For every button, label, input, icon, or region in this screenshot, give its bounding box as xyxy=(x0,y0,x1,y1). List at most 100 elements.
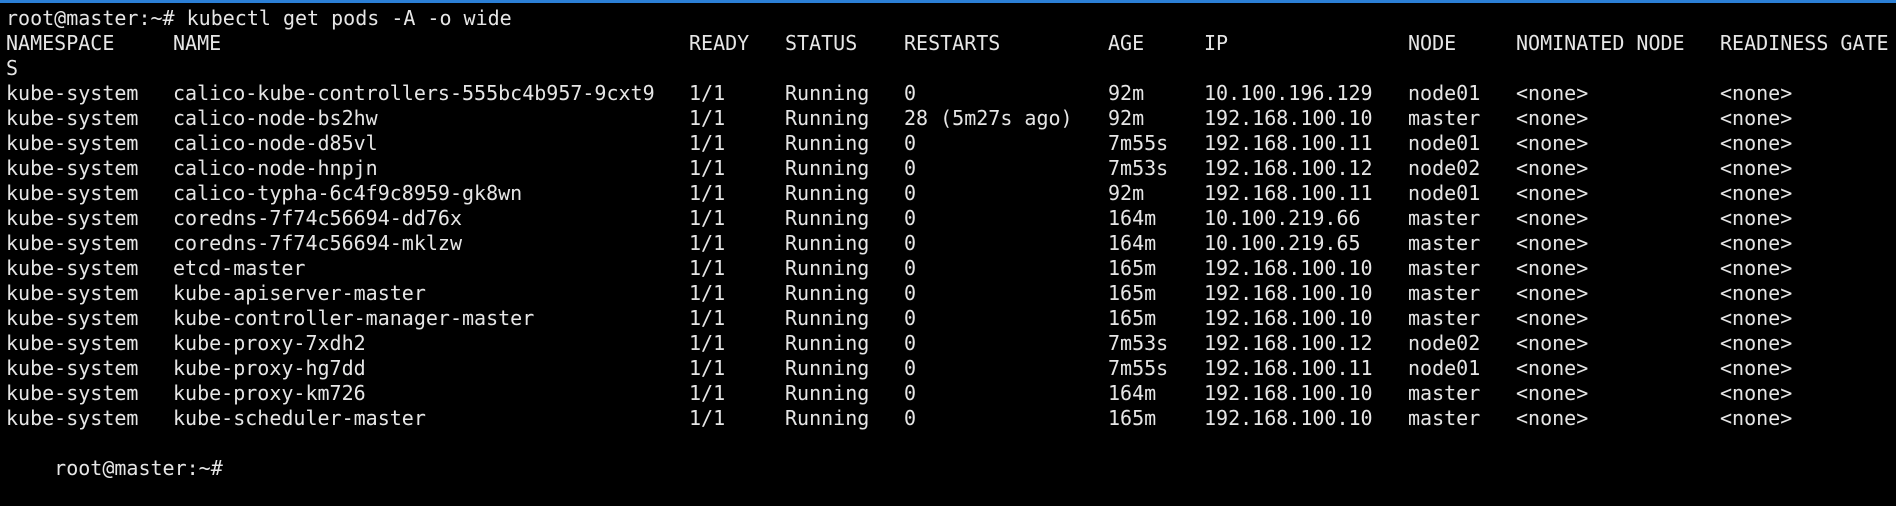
cell-status: Running xyxy=(785,206,870,230)
table-row: kube-system coredns-7f74c56694-mklzw 1/1 Ru… xyxy=(6,231,1890,256)
cell-readiness-gates: <none> xyxy=(1720,306,1793,330)
cell-age: 165m xyxy=(1108,306,1157,330)
cell-node: node01 xyxy=(1408,131,1481,155)
cell-node: master xyxy=(1408,281,1481,305)
header-name: NAME xyxy=(173,31,222,55)
cell-ready: 1/1 xyxy=(689,181,726,205)
table-row: kube-system kube-proxy-km726 1/1 Running 0 16… xyxy=(6,381,1890,406)
cell-age: 165m xyxy=(1108,281,1157,305)
cell-restarts: 0 xyxy=(904,156,917,180)
cell-namespace: kube-system xyxy=(6,331,139,355)
header-ip: IP xyxy=(1204,31,1229,55)
cell-namespace: kube-system xyxy=(6,256,139,280)
cell-readiness-gates: <none> xyxy=(1720,156,1793,180)
cell-ip: 192.168.100.10 xyxy=(1204,256,1373,280)
cell-nominated-node: <none> xyxy=(1516,206,1589,230)
cell-namespace: kube-system xyxy=(6,156,139,180)
table-row: kube-system calico-node-hnpjn 1/1 Running 0 7… xyxy=(6,156,1890,181)
cell-pod-name: kube-proxy-km726 xyxy=(173,381,366,405)
cell-age: 7m53s xyxy=(1108,156,1169,180)
cell-ready: 1/1 xyxy=(689,131,726,155)
cell-ip: 192.168.100.11 xyxy=(1204,356,1373,380)
cell-ready: 1/1 xyxy=(689,206,726,230)
cell-ready: 1/1 xyxy=(689,106,726,130)
cell-restarts: 0 xyxy=(904,131,917,155)
cell-ready: 1/1 xyxy=(689,381,726,405)
cell-age: 92m xyxy=(1108,106,1145,130)
terminal-output[interactable]: root@master:~# kubectl get pods -A -o wi… xyxy=(6,6,1890,480)
header-node: NODE xyxy=(1408,31,1457,55)
cell-node: node01 xyxy=(1408,356,1481,380)
cell-pod-name: kube-proxy-hg7dd xyxy=(173,356,366,380)
cell-ready: 1/1 xyxy=(689,231,726,255)
terminal-cursor xyxy=(235,459,246,479)
cell-node: node01 xyxy=(1408,181,1481,205)
table-row: kube-system calico-node-d85vl 1/1 Running 0 7… xyxy=(6,131,1890,156)
cell-ready: 1/1 xyxy=(689,331,726,355)
header-ready: READY xyxy=(689,31,750,55)
cell-age: 165m xyxy=(1108,406,1157,430)
cell-pod-name: coredns-7f74c56694-dd76x xyxy=(173,206,462,230)
cell-namespace: kube-system xyxy=(6,81,139,105)
prompt-line[interactable]: root@master:~# xyxy=(6,431,1890,480)
cell-restarts: 28 (5m27s ago) xyxy=(904,106,1073,130)
cell-pod-name: calico-node-bs2hw xyxy=(173,106,378,130)
cell-readiness-gates: <none> xyxy=(1720,381,1793,405)
cell-namespace: kube-system xyxy=(6,106,139,130)
cell-ip: 192.168.100.10 xyxy=(1204,381,1373,405)
table-row: kube-system coredns-7f74c56694-dd76x 1/1 Ru… xyxy=(6,206,1890,231)
cell-readiness-gates: <none> xyxy=(1720,106,1793,130)
cell-status: Running xyxy=(785,331,870,355)
cell-age: 7m55s xyxy=(1108,356,1169,380)
cell-status: Running xyxy=(785,381,870,405)
cell-namespace: kube-system xyxy=(6,281,139,305)
cell-ip: 192.168.100.10 xyxy=(1204,106,1373,130)
cell-restarts: 0 xyxy=(904,331,917,355)
cell-nominated-node: <none> xyxy=(1516,181,1589,205)
cell-pod-name: calico-kube-controllers-555bc4b957-9cxt9 xyxy=(173,81,655,105)
table-row: kube-system kube-controller-manager-maste… xyxy=(6,306,1890,331)
cell-readiness-gates: <none> xyxy=(1720,231,1793,255)
cell-readiness-gates: <none> xyxy=(1720,281,1793,305)
cell-status: Running xyxy=(785,156,870,180)
cell-restarts: 0 xyxy=(904,181,917,205)
cell-readiness-gates: <none> xyxy=(1720,256,1793,280)
cell-restarts: 0 xyxy=(904,356,917,380)
cell-restarts: 0 xyxy=(904,406,917,430)
window-top-border xyxy=(0,0,1896,3)
cell-age: 7m53s xyxy=(1108,331,1169,355)
cell-nominated-node: <none> xyxy=(1516,256,1589,280)
cell-status: Running xyxy=(785,181,870,205)
cell-readiness-gates: <none> xyxy=(1720,331,1793,355)
cell-nominated-node: <none> xyxy=(1516,231,1589,255)
table-row: kube-system kube-proxy-7xdh2 1/1 Running 0 7m… xyxy=(6,331,1890,356)
cell-ip: 192.168.100.10 xyxy=(1204,406,1373,430)
cell-restarts: 0 xyxy=(904,81,917,105)
cell-nominated-node: <none> xyxy=(1516,331,1589,355)
header-nominated-node: NOMINATED NODE xyxy=(1516,31,1685,55)
cell-age: 164m xyxy=(1108,381,1157,405)
cell-pod-name: kube-apiserver-master xyxy=(173,281,426,305)
cell-ready: 1/1 xyxy=(689,306,726,330)
table-header: NAMESPACE NAME READY STATUS RESTARTS AGE… xyxy=(6,31,1890,56)
cell-status: Running xyxy=(785,131,870,155)
cell-ready: 1/1 xyxy=(689,256,726,280)
cell-nominated-node: <none> xyxy=(1516,106,1589,130)
cell-namespace: kube-system xyxy=(6,231,139,255)
cell-pod-name: calico-node-d85vl xyxy=(173,131,378,155)
table-row: kube-system calico-kube-controllers-555bc… xyxy=(6,81,1890,106)
cell-restarts: 0 xyxy=(904,231,917,255)
cell-nominated-node: <none> xyxy=(1516,381,1589,405)
cell-restarts: 0 xyxy=(904,206,917,230)
cell-readiness-gates: <none> xyxy=(1720,206,1793,230)
cell-ip: 192.168.100.11 xyxy=(1204,181,1373,205)
cell-nominated-node: <none> xyxy=(1516,156,1589,180)
cell-pod-name: kube-controller-manager-master xyxy=(173,306,535,330)
table-row: kube-system kube-proxy-hg7dd 1/1 Running 0 7m… xyxy=(6,356,1890,381)
cell-node: node02 xyxy=(1408,156,1481,180)
cell-age: 164m xyxy=(1108,206,1157,230)
table-row: kube-system calico-typha-6c4f9c8959-gk8wn… xyxy=(6,181,1890,206)
cell-age: 164m xyxy=(1108,231,1157,255)
header-wrap-line: S xyxy=(6,56,19,80)
cell-status: Running xyxy=(785,306,870,330)
